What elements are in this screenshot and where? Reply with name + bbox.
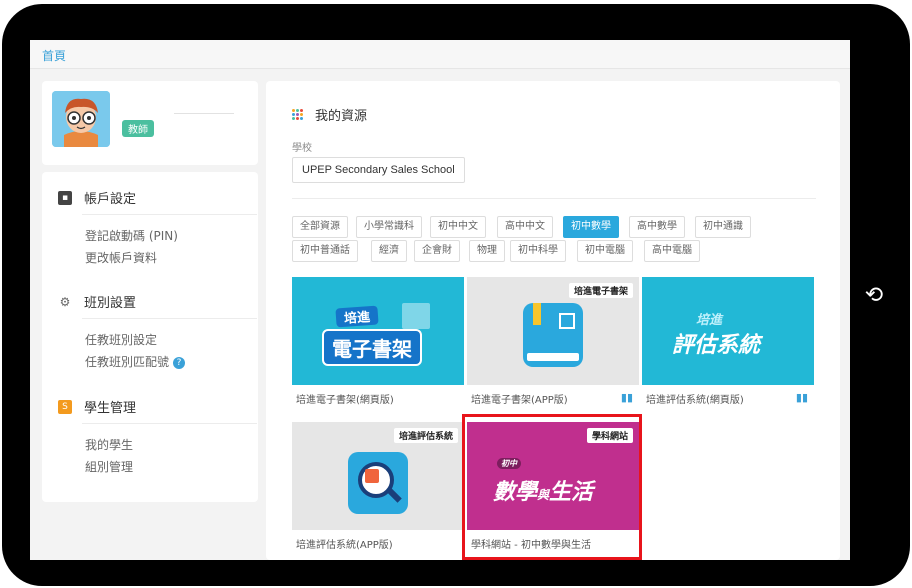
open-book-icon[interactable]: ▮▮ [796,391,808,404]
tile-category-tag: 培進電子書架 [568,283,633,298]
thumb-title: 電子書架 [322,329,422,366]
filter-tag[interactable]: 初中普通話 [292,240,358,262]
menu-section-account: ▪ 帳戶設定 [58,188,136,207]
profile-card: 教師 [42,81,258,165]
students-section-title: 學生管理 [84,401,137,416]
filter-tag[interactable]: 初中通識 [695,216,751,238]
divider [82,318,257,319]
filter-tag[interactable]: 初中科學 [510,240,566,262]
thumb-brand: 培進 [696,313,723,328]
filter-tag[interactable]: 小學常識科 [356,216,422,238]
tile-category-tag: 培進評估系統 [393,428,458,443]
assessment-app-icon [348,452,408,514]
resource-tile[interactable]: 培進評估系統 培進評估系統(APP版) [292,422,464,551]
filter-tag[interactable]: 高中電腦 [644,240,700,262]
student-icon: S [58,399,72,414]
account-section-title: 帳戶設定 [84,192,137,207]
app-screen: 首頁 教師 ▪ 帳戶設定 登記啟動碼 (PIN) 更改帳戶資料 ⚙ 班別設置 任… [30,40,850,560]
class-settings-icon: ⚙ [58,294,72,309]
top-bar: 首頁 [30,40,850,69]
divider [82,423,257,424]
filter-tag[interactable]: 初中電腦 [577,240,633,262]
avatar[interactable] [52,91,110,147]
ebook-web-thumbnail: 培進 電子書架 [292,277,464,385]
tile-label: 培進評估系統(網頁版) [646,395,744,406]
school-label: 學校 [292,143,312,154]
open-book-icon[interactable]: ▮▮ [621,391,633,404]
tablet-home-button-icon[interactable]: ⟲ [862,284,886,308]
link-class-match-label: 任教班別匹配號 [85,355,170,369]
bookmark-ribbon [533,303,541,325]
resource-tile[interactable]: 培進電子書架 培進電子書架(APP版) ▮▮ [467,277,639,406]
tile-label: 培進電子書架(APP版) [471,395,568,406]
books-icon [402,303,430,329]
breadcrumb-home[interactable]: 首頁 [42,47,66,64]
divider [82,214,257,215]
link-class-match[interactable]: 任教班別匹配號? [85,353,186,370]
filter-tag-active[interactable]: 初中數學 [563,216,619,238]
tile-label: 培進電子書架(網頁版) [296,395,394,406]
book-app-icon [523,303,583,367]
highlight-box [462,414,642,560]
thumb-brand: 培進 [335,305,379,328]
help-icon[interactable]: ? [173,356,186,369]
filter-tag[interactable]: 全部資源 [292,216,348,238]
resources-title: 我的資源 [315,109,368,124]
assessment-web-thumbnail: 培進 評估系統 [642,277,814,385]
book-pages [527,353,579,361]
class-section-title: 班別設置 [84,296,137,311]
role-badge: 教師 [122,120,154,137]
sidebar-menu: ▪ 帳戶設定 登記啟動碼 (PIN) 更改帳戶資料 ⚙ 班別設置 任教班別設定 … [42,172,258,502]
link-my-students[interactable]: 我的學生 [85,436,133,453]
apps-grid-icon [292,109,303,120]
resources-heading: 我的資源 [292,105,367,124]
filter-tag[interactable]: 高中數學 [629,216,685,238]
divider [292,198,816,199]
assessment-app-thumbnail: 培進評估系統 [292,422,464,530]
link-register-pin[interactable]: 登記啟動碼 (PIN) [85,227,178,244]
school-select[interactable]: UPEP Secondary Sales School [292,157,465,183]
link-edit-account[interactable]: 更改帳戶資料 [85,249,157,266]
qr-icon [559,313,575,329]
resource-tile[interactable]: 培進 評估系統 培進評估系統(網頁版) ▮▮ [642,277,814,406]
link-group-management[interactable]: 組別管理 [85,458,133,475]
filter-tag[interactable]: 企會財 [414,240,460,262]
filter-tag[interactable]: 初中中文 [430,216,486,238]
thumb-title: 評估系統 [672,333,761,358]
teacher-avatar-icon [52,91,110,147]
ebook-app-thumbnail: 培進電子書架 [467,277,639,385]
menu-section-class: ⚙ 班別設置 [58,292,136,311]
filter-tag[interactable]: 高中中文 [497,216,553,238]
filter-tag[interactable]: 物理 [469,240,505,262]
link-teaching-class[interactable]: 任教班別設定 [85,331,157,348]
menu-section-students: S 學生管理 [58,397,136,416]
magnifier-handle [386,487,402,503]
resource-tile[interactable]: 培進 電子書架 培進電子書架(網頁版) [292,277,464,406]
checkbox-icon [365,469,379,483]
name-placeholder [174,113,234,114]
tile-label: 培進評估系統(APP版) [296,540,393,551]
user-card-icon: ▪ [58,190,72,205]
filter-tag[interactable]: 經濟 [371,240,407,262]
